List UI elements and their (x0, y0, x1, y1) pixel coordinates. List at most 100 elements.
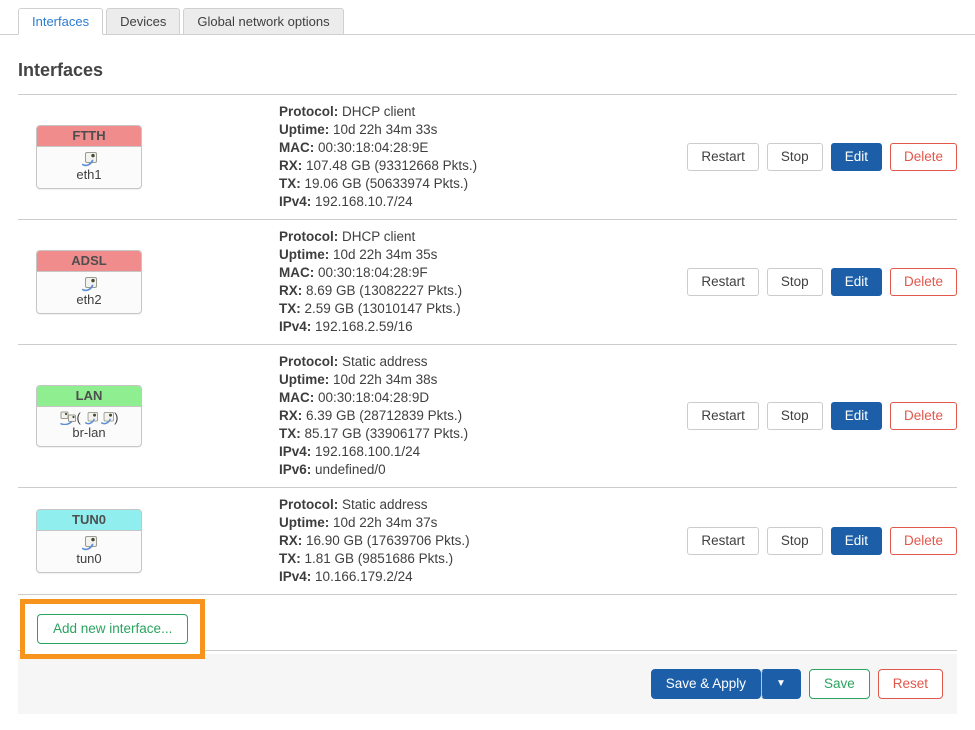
interface-status-box-adsl: ADSL eth2 (36, 250, 142, 313)
interface-row-ftth: FTTH eth1 Protocol: DHCP client Uptime: … (18, 95, 957, 220)
interface-status-box-tun0: TUN0 tun0 (36, 509, 142, 572)
detail-label: IPv4: (279, 194, 311, 209)
interface-row-adsl: ADSL eth2 Protocol: DHCP client Uptime: … (18, 220, 957, 345)
detail-value: 192.168.10.7/24 (315, 194, 413, 209)
interfaces-table: FTTH eth1 Protocol: DHCP client Uptime: … (18, 94, 957, 595)
edit-button[interactable]: Edit (831, 268, 882, 296)
save-apply-dropdown-toggle[interactable]: ▼ (761, 669, 801, 699)
tab-bar: Interfaces Devices Global network option… (0, 0, 975, 35)
page-title: Interfaces (18, 60, 957, 81)
tab-interfaces[interactable]: Interfaces (18, 8, 103, 35)
detail-value: 10d 22h 34m 38s (333, 372, 437, 387)
interface-details: Protocol: DHCP client Uptime: 10d 22h 34… (279, 103, 687, 211)
detail-label: TX: (279, 551, 301, 566)
edit-button[interactable]: Edit (831, 143, 882, 171)
interface-device-name: eth2 (41, 292, 137, 307)
save-apply-button[interactable]: Save & Apply (651, 669, 761, 699)
detail-value: 85.17 GB (33906177 Pkts.) (305, 426, 469, 441)
interface-status-box-ftth: FTTH eth1 (36, 125, 142, 188)
detail-value: DHCP client (342, 104, 415, 119)
interface-row-tun0: TUN0 tun0 Protocol: Static address Uptim… (18, 488, 957, 595)
restart-button[interactable]: Restart (687, 268, 759, 296)
tab-devices[interactable]: Devices (106, 8, 180, 35)
detail-label: TX: (279, 426, 301, 441)
detail-value: 00:30:18:04:28:9E (318, 140, 428, 155)
chevron-down-icon: ▼ (776, 678, 786, 689)
detail-value: 00:30:18:04:28:9D (318, 390, 429, 405)
stop-button[interactable]: Stop (767, 402, 823, 430)
interface-device-name: br-lan (41, 425, 137, 440)
detail-label: Uptime: (279, 515, 329, 530)
save-apply-split-button: Save & Apply ▼ (651, 669, 801, 699)
detail-label: MAC: (279, 140, 314, 155)
detail-value: 107.48 GB (93312668 Pkts.) (306, 158, 477, 173)
ethernet-icon (101, 410, 114, 425)
detail-value: 00:30:18:04:28:9F (318, 265, 428, 280)
detail-label: RX: (279, 158, 302, 173)
ethernet-icon (41, 151, 137, 166)
interface-device-name: tun0 (41, 551, 137, 566)
detail-label: Uptime: (279, 372, 329, 387)
edit-button[interactable]: Edit (831, 402, 882, 430)
detail-label: IPv4: (279, 319, 311, 334)
detail-label: Protocol: (279, 229, 338, 244)
detail-label: RX: (279, 533, 302, 548)
delete-button[interactable]: Delete (890, 527, 957, 555)
bridge-paren-open: ( (77, 410, 81, 425)
detail-value: Static address (342, 354, 428, 369)
detail-label: IPv4: (279, 569, 311, 584)
detail-label: RX: (279, 283, 302, 298)
detail-value: DHCP client (342, 229, 415, 244)
detail-label: Protocol: (279, 354, 338, 369)
restart-button[interactable]: Restart (687, 143, 759, 171)
ethernet-icon (85, 410, 98, 425)
stop-button[interactable]: Stop (767, 143, 823, 171)
interface-row-lan: LAN ( ) br-lan Protocol: Static address … (18, 345, 957, 488)
ethernet-icon (41, 276, 137, 291)
detail-value: 16.90 GB (17639706 Pkts.) (306, 533, 470, 548)
add-new-interface-button[interactable]: Add new interface... (37, 614, 188, 644)
edit-button[interactable]: Edit (831, 527, 882, 555)
detail-value: 1.81 GB (9851686 Pkts.) (305, 551, 454, 566)
interface-details: Protocol: Static address Uptime: 10d 22h… (279, 496, 687, 586)
interface-zone-badge: LAN (37, 386, 141, 407)
delete-button[interactable]: Delete (890, 143, 957, 171)
detail-value: 10.166.179.2/24 (315, 569, 413, 584)
tab-global-network-options[interactable]: Global network options (183, 8, 343, 35)
detail-label: TX: (279, 176, 301, 191)
delete-button[interactable]: Delete (890, 268, 957, 296)
restart-button[interactable]: Restart (687, 402, 759, 430)
footer-action-bar: Save & Apply ▼ Save Reset (18, 654, 957, 714)
interface-zone-badge: ADSL (37, 251, 141, 272)
detail-value: 10d 22h 34m 37s (333, 515, 437, 530)
detail-label: IPv6: (279, 462, 311, 477)
delete-button[interactable]: Delete (890, 402, 957, 430)
detail-label: MAC: (279, 265, 314, 280)
detail-value: 10d 22h 34m 33s (333, 122, 437, 137)
reset-button[interactable]: Reset (878, 669, 943, 699)
interface-details: Protocol: Static address Uptime: 10d 22h… (279, 353, 687, 479)
bridge-paren-close: ) (114, 410, 118, 425)
detail-value: Static address (342, 497, 428, 512)
highlight-box: Add new interface... (20, 599, 205, 659)
stop-button[interactable]: Stop (767, 527, 823, 555)
detail-label: TX: (279, 301, 301, 316)
restart-button[interactable]: Restart (687, 527, 759, 555)
detail-value: 192.168.100.1/24 (315, 444, 420, 459)
detail-value: 192.168.2.59/16 (315, 319, 413, 334)
detail-label: MAC: (279, 390, 314, 405)
interface-details: Protocol: DHCP client Uptime: 10d 22h 34… (279, 228, 687, 336)
detail-value: undefined/0 (315, 462, 386, 477)
interface-status-box-lan: LAN ( ) br-lan (36, 385, 142, 448)
interface-zone-badge: TUN0 (37, 510, 141, 531)
stop-button[interactable]: Stop (767, 268, 823, 296)
save-button[interactable]: Save (809, 669, 870, 699)
detail-label: RX: (279, 408, 302, 423)
detail-label: Protocol: (279, 104, 338, 119)
add-interface-area: Add new interface... (18, 595, 957, 651)
bridge-icon (60, 410, 77, 425)
detail-value: 8.69 GB (13082227 Pkts.) (306, 283, 462, 298)
detail-label: Uptime: (279, 122, 329, 137)
detail-label: Uptime: (279, 247, 329, 262)
detail-value: 6.39 GB (28712839 Pkts.) (306, 408, 462, 423)
